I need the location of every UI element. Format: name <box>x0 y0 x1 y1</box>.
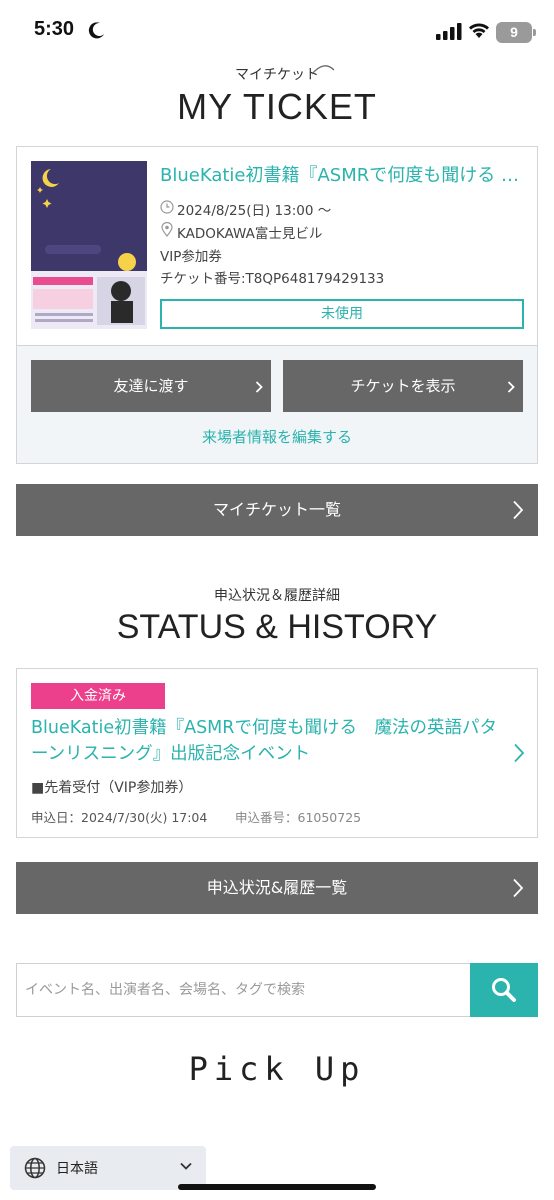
history-event-title[interactable]: BlueKatie初書籍『ASMRで何度も聞ける 魔法の英語パターンリスニング』… <box>31 715 501 767</box>
chevron-down-icon <box>180 1162 192 1170</box>
ticket-info: BlueKatie初書籍『ASMRで何度も聞ける 魔法の英語パターンリスニング』… <box>17 147 537 345</box>
chevron-right-icon <box>255 381 263 393</box>
show-button-label: チケットを表示 <box>350 377 456 395</box>
status-time: 5:30 <box>34 18 75 40</box>
signal-icon <box>436 23 462 40</box>
my-ticket-list-label: マイチケット一覧 <box>212 500 341 519</box>
search-button[interactable] <box>470 963 538 1017</box>
language-selector[interactable]: 日本語 <box>10 1146 206 1190</box>
chevron-right-icon <box>513 878 524 898</box>
status-bar: 5:30 9 <box>0 0 554 66</box>
my-ticket-list-button[interactable]: マイチケット一覧 <box>16 484 538 536</box>
payment-status-badge: 入金済み <box>31 683 165 709</box>
ticket-date: 2024/8/25(日) 13:00 〜 <box>177 203 332 219</box>
book-cover-image <box>31 161 147 329</box>
ticket-venue: KADOKAWA富士見ビル <box>177 226 323 242</box>
search-input[interactable] <box>17 964 469 1016</box>
ticket-actions: 友達に渡す チケットを表示 来場者情報を編集する <box>17 345 537 463</box>
status-history-title: STATUS & HISTORY <box>116 608 438 646</box>
wifi-icon <box>469 23 489 38</box>
home-indicator <box>178 1184 376 1190</box>
search-icon <box>492 978 516 1002</box>
pickup-title: Pick Up <box>188 1050 366 1088</box>
my-ticket-subtitle: マイチケット <box>235 67 319 83</box>
give-to-friend-button[interactable]: 友達に渡す <box>31 360 271 412</box>
show-ticket-button[interactable]: チケットを表示 <box>283 360 523 412</box>
history-list-label: 申込状況&履歴一覧 <box>206 878 348 897</box>
globe-icon <box>24 1157 46 1179</box>
chevron-right-icon <box>507 381 515 393</box>
my-ticket-title: MY TICKET <box>177 86 377 127</box>
ticket-status-badge: 未使用 <box>160 299 524 329</box>
history-list-button[interactable]: 申込状況&履歴一覧 <box>16 862 538 914</box>
edit-attendee-link[interactable]: 来場者情報を編集する <box>17 426 537 447</box>
history-seat-type: ■先着受付（VIP参加券） <box>31 780 193 796</box>
language-label: 日本語 <box>56 1161 98 1177</box>
history-applied-date: 申込日：2024/7/30(火) 17:04 <box>31 810 208 825</box>
clock-icon <box>160 200 174 214</box>
moon-icon <box>88 22 104 39</box>
decor-arc-icon <box>311 65 335 75</box>
location-pin-icon <box>161 222 173 237</box>
chevron-right-icon <box>514 743 525 763</box>
chevron-right-icon <box>513 500 524 520</box>
ticket-number: チケット番号:T8QP648179429133 <box>160 271 385 287</box>
history-application-number: 申込番号：61050725 <box>235 810 362 825</box>
search-bar <box>16 963 538 1017</box>
ticket-card: BlueKatie初書籍『ASMRで何度も聞ける 魔法の英語パターンリスニング』… <box>16 146 538 464</box>
ticket-event-title[interactable]: BlueKatie初書籍『ASMRで何度も聞ける 魔法の英語パターンリスニング』… <box>160 161 526 187</box>
battery-icon: 9 <box>496 22 536 43</box>
book-cover-art <box>31 161 147 329</box>
history-entry-card[interactable]: 入金済み BlueKatie初書籍『ASMRで何度も聞ける 魔法の英語パターンリ… <box>16 668 538 838</box>
give-button-label: 友達に渡す <box>113 377 189 395</box>
ticket-seat-type: VIP参加券 <box>160 249 222 265</box>
status-history-subtitle: 申込状況＆履歴詳細 <box>214 588 340 604</box>
